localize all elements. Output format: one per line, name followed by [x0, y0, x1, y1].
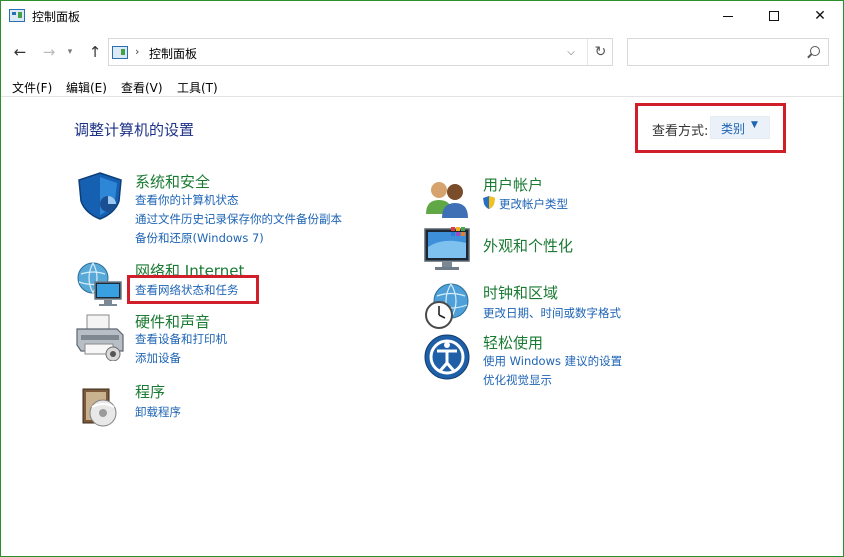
back-arrow-icon: ←: [13, 43, 27, 61]
network-status-highlight-box: [127, 275, 259, 304]
chevron-down-icon: ⌵: [567, 46, 575, 58]
menu-file[interactable]: 文件(F): [12, 79, 52, 96]
link-optimize-visual-display[interactable]: 优化视觉显示: [483, 372, 552, 388]
link-uninstall-program[interactable]: 卸载程序: [135, 404, 181, 420]
forward-button[interactable]: →: [39, 42, 59, 62]
breadcrumb-control-panel[interactable]: 控制面板: [149, 45, 197, 62]
view-by-dropdown[interactable]: 类别 ▼: [710, 116, 770, 139]
breadcrumb-chevron-icon[interactable]: ›: [135, 45, 139, 58]
refresh-button[interactable]: ↻: [587, 39, 613, 65]
link-add-device[interactable]: 添加设备: [135, 350, 181, 366]
up-button[interactable]: ↑: [85, 42, 105, 62]
uac-shield-icon: [483, 196, 495, 209]
category-title-user-accounts[interactable]: 用户帐户: [483, 174, 543, 195]
forward-arrow-icon: →: [42, 43, 56, 61]
view-by-highlight-box: 查看方式: 类别 ▼: [635, 103, 786, 153]
link-view-devices-printers[interactable]: 查看设备和打印机: [135, 331, 227, 347]
users-icon[interactable]: [423, 174, 473, 224]
shield-icon[interactable]: [75, 171, 125, 221]
link-view-computer-status[interactable]: 查看你的计算机状态: [135, 192, 239, 208]
category-system-security: 系统和安全 查看你的计算机状态 通过文件历史记录保存你的文件备份副本 备份和还原…: [75, 171, 395, 246]
category-title-ease-of-access[interactable]: 轻松使用: [483, 332, 543, 353]
control-panel-window: 控制面板 ✕ ← → ▾ ↑ › 控制面板 ⌵ ↻ 文件(F) 编辑(E) 查看…: [0, 0, 844, 557]
up-arrow-icon: ↑: [88, 43, 102, 61]
category-hardware-sound: 硬件和声音 查看设备和打印机 添加设备: [75, 311, 395, 371]
minimize-icon: [723, 15, 733, 17]
category-ease-of-access: 轻松使用 使用 Windows 建议的设置 优化视觉显示: [423, 331, 743, 391]
category-programs: 程序 卸载程序: [75, 381, 395, 427]
link-change-account-type[interactable]: 更改帐户类型: [499, 196, 568, 212]
printer-icon[interactable]: [75, 311, 125, 361]
title-bar[interactable]: 控制面板 ✕: [1, 1, 843, 31]
search-icon: [810, 46, 820, 56]
close-icon: ✕: [814, 8, 826, 24]
link-file-history-backup[interactable]: 通过文件历史记录保存你的文件备份副本: [135, 211, 342, 227]
maximize-button[interactable]: [751, 1, 797, 31]
link-change-date-time-format[interactable]: 更改日期、时间或数字格式: [483, 305, 621, 321]
search-box[interactable]: [627, 38, 829, 66]
menu-bar: 文件(F) 编辑(E) 查看(V) 工具(T): [1, 75, 843, 97]
category-clock-region: 时钟和区域 更改日期、时间或数字格式: [423, 281, 743, 331]
navigation-bar: ← → ▾ ↑ › 控制面板 ⌵ ↻: [1, 37, 843, 67]
category-appearance-personalization: 外观和个性化: [423, 223, 743, 273]
view-by-value: 类别: [721, 122, 746, 136]
network-globe-icon[interactable]: [75, 260, 125, 310]
ease-of-access-icon[interactable]: [423, 331, 473, 381]
minimize-button[interactable]: [705, 1, 751, 31]
recent-locations-button[interactable]: ▾: [60, 42, 80, 62]
category-title-appearance-personalization[interactable]: 外观和个性化: [483, 235, 573, 256]
category-title-system-security[interactable]: 系统和安全: [135, 171, 210, 192]
menu-tools[interactable]: 工具(T): [177, 79, 218, 96]
back-button[interactable]: ←: [10, 42, 30, 62]
link-use-recommended-settings[interactable]: 使用 Windows 建议的设置: [483, 353, 622, 369]
link-backup-restore[interactable]: 备份和还原(Windows 7): [135, 230, 264, 246]
window-title: 控制面板: [32, 10, 81, 24]
close-button[interactable]: ✕: [797, 1, 843, 31]
page-title: 调整计算机的设置: [74, 121, 195, 139]
chevron-down-icon: ▾: [67, 47, 73, 57]
programs-disc-icon[interactable]: [75, 381, 125, 431]
menu-view[interactable]: 查看(V): [121, 79, 163, 96]
category-user-accounts: 用户帐户 更改帐户类型: [423, 174, 743, 219]
control-panel-location-icon: [112, 46, 128, 59]
clock-globe-icon[interactable]: [423, 281, 473, 331]
maximize-icon: [769, 11, 779, 21]
address-bar[interactable]: › 控制面板 ⌵ ↻: [108, 38, 613, 66]
control-panel-app-icon: [9, 9, 25, 22]
category-title-programs[interactable]: 程序: [135, 381, 165, 402]
category-title-clock-region[interactable]: 时钟和区域: [483, 282, 558, 303]
monitor-icon[interactable]: [423, 223, 473, 273]
view-by-label: 查看方式:: [652, 124, 709, 139]
caret-down-icon: ▼: [751, 120, 758, 130]
menu-edit[interactable]: 编辑(E): [66, 79, 107, 96]
category-title-hardware-sound[interactable]: 硬件和声音: [135, 311, 210, 332]
refresh-icon: ↻: [594, 44, 607, 60]
address-dropdown-button[interactable]: ⌵: [559, 39, 583, 65]
